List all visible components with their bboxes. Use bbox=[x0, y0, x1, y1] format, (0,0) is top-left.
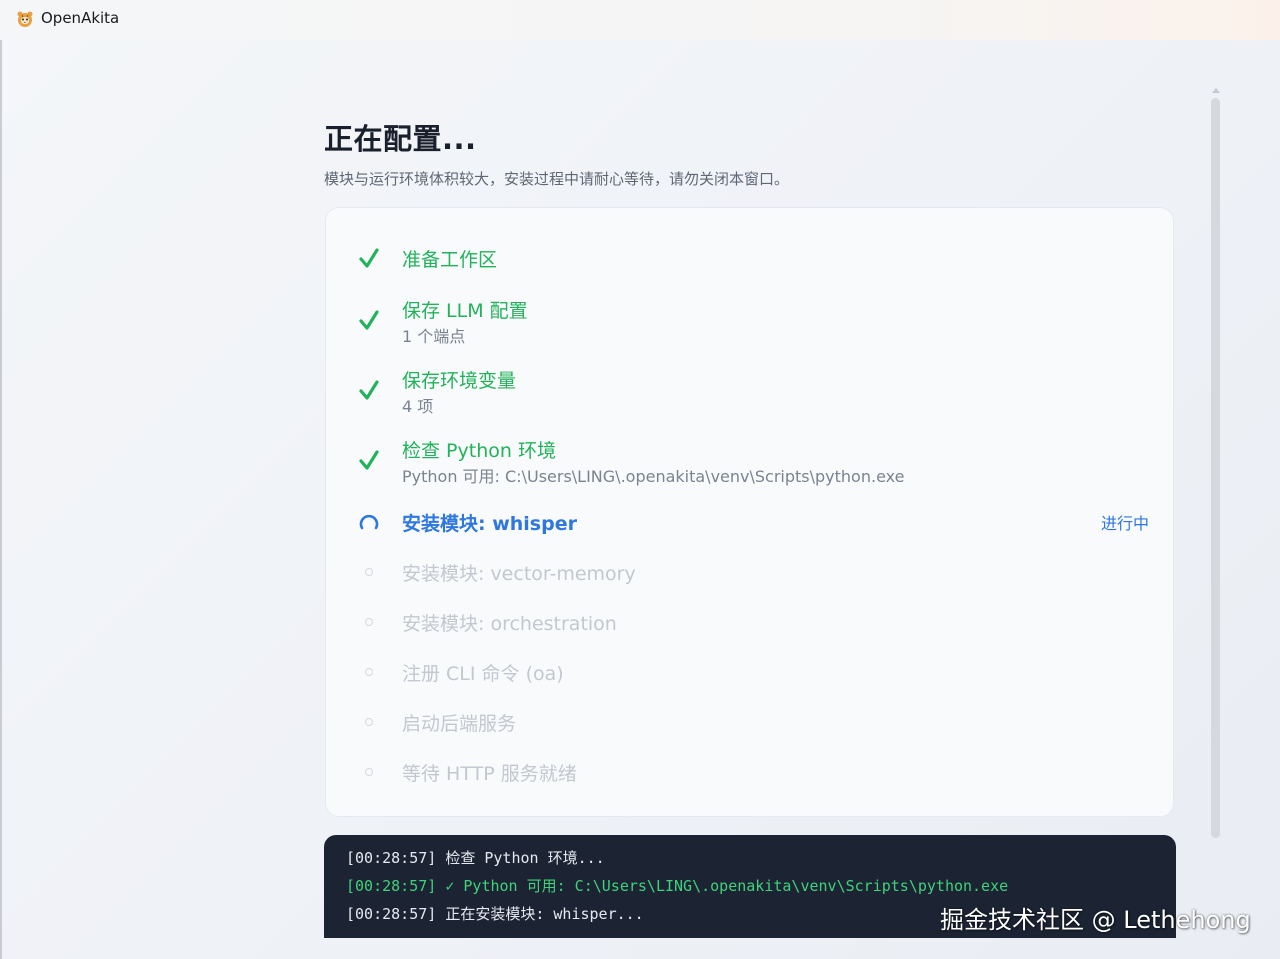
window-titlebar: OpenAkita bbox=[0, 0, 1280, 40]
window-left-border bbox=[0, 40, 2, 959]
step-detail: 4 项 bbox=[402, 397, 434, 416]
step-status-in-progress: 进行中 bbox=[1100, 514, 1149, 533]
watermark: 掘金技术社区 @ Lethehong bbox=[940, 906, 1251, 934]
step-label: 准备工作区 bbox=[402, 249, 498, 271]
progress-steps-card: 准备工作区 保存 LLM 配置 1 个端点 保存环境变量 4 项 检查 Pyth… bbox=[325, 207, 1174, 817]
step-label: 启动后端服务 bbox=[402, 713, 517, 735]
checkmark-icon bbox=[356, 307, 382, 333]
scroll-up-arrow[interactable] bbox=[1212, 88, 1220, 93]
page-title: 正在配置... bbox=[324, 122, 477, 156]
pending-dot-icon bbox=[356, 659, 382, 685]
loading-spinner-icon bbox=[356, 509, 382, 535]
log-line: [00:28:57] 正在安装模块: whisper... bbox=[346, 905, 644, 923]
step-label: 安装模块: vector-memory bbox=[402, 563, 636, 585]
step-label: 保存环境变量 bbox=[402, 370, 517, 392]
pending-dot-icon bbox=[356, 759, 382, 785]
pending-dot-icon bbox=[356, 709, 382, 735]
step-detail: Python 可用: C:\Users\LING\.openakita\venv… bbox=[402, 467, 905, 486]
vertical-scrollbar-thumb[interactable] bbox=[1211, 98, 1220, 838]
page-subtitle: 模块与运行环境体积较大，安装过程中请耐心等待，请勿关闭本窗口。 bbox=[324, 170, 790, 188]
pending-dot-icon bbox=[356, 609, 382, 635]
step-label: 安装模块: whisper bbox=[402, 513, 577, 535]
step-label: 等待 HTTP 服务就绪 bbox=[402, 763, 577, 785]
step-label: 保存 LLM 配置 bbox=[402, 300, 528, 322]
checkmark-icon bbox=[356, 245, 382, 271]
pending-dot-icon bbox=[356, 559, 382, 585]
checkmark-icon bbox=[356, 377, 382, 403]
window-title: OpenAkita bbox=[41, 9, 120, 27]
checkmark-icon bbox=[356, 447, 382, 473]
step-label: 检查 Python 环境 bbox=[402, 440, 556, 462]
log-line: [00:28:57] 检查 Python 环境... bbox=[346, 849, 605, 867]
tiger-app-icon bbox=[17, 11, 33, 27]
log-line: [00:28:57] ✓ Python 可用: C:\Users\LING\.o… bbox=[346, 877, 1009, 895]
step-label: 注册 CLI 命令 (oa) bbox=[402, 663, 564, 685]
step-label: 安装模块: orchestration bbox=[402, 613, 617, 635]
step-detail: 1 个端点 bbox=[402, 327, 466, 346]
